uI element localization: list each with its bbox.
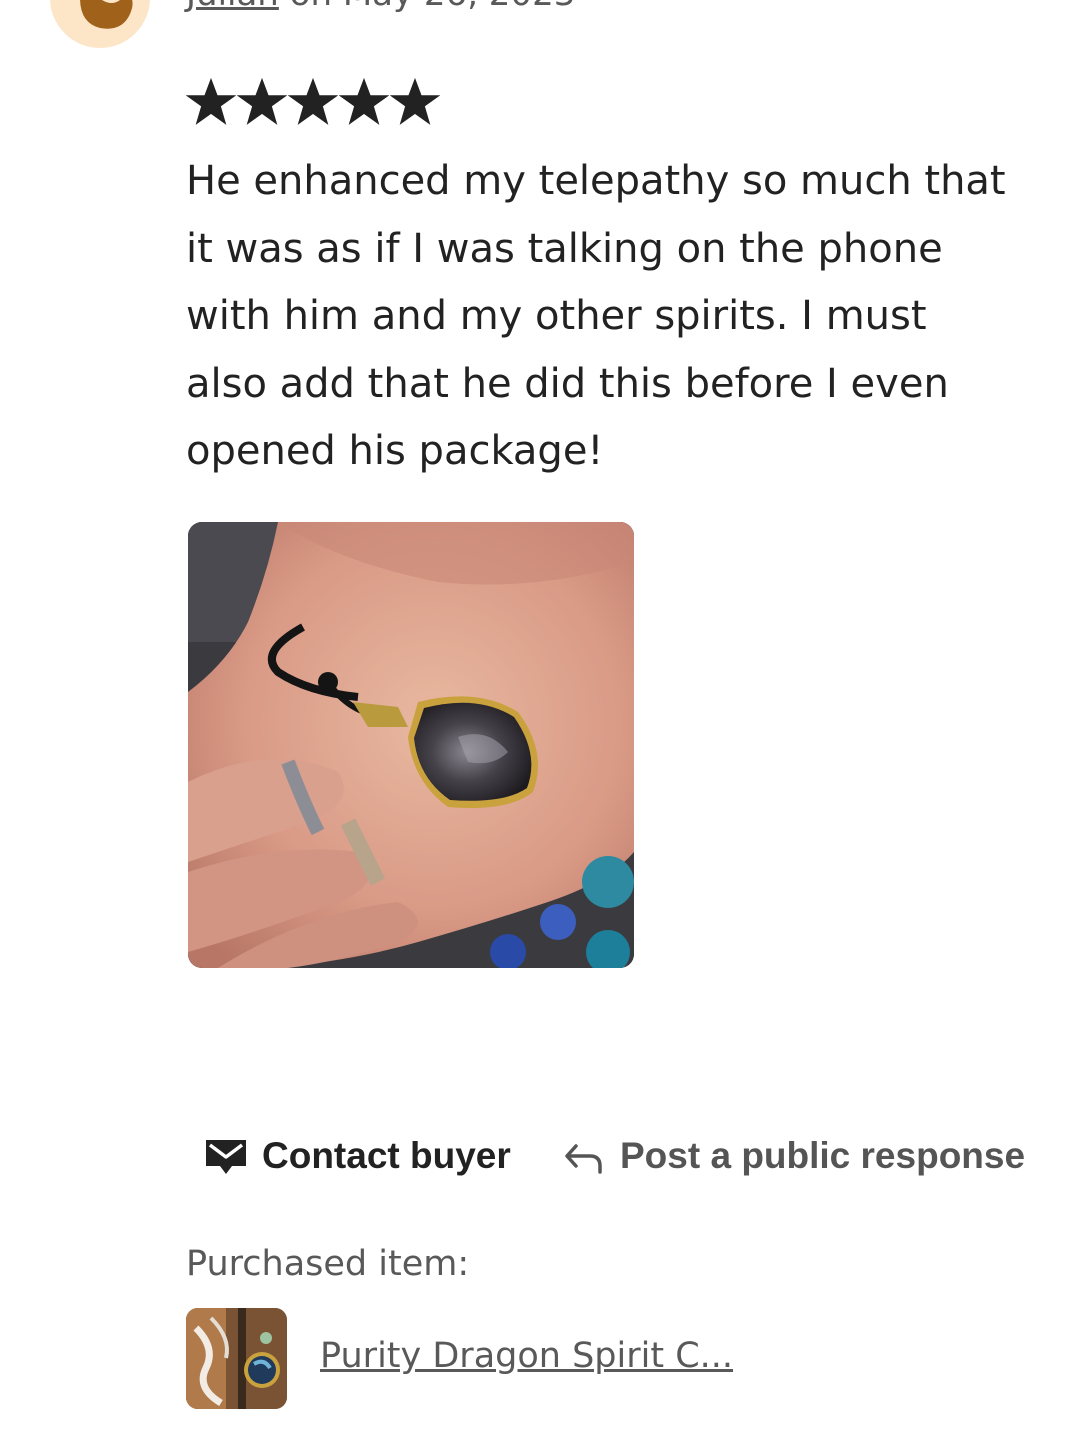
star-icon <box>339 78 389 125</box>
review-photo[interactable] <box>188 522 634 968</box>
avatar-figure-icon <box>80 0 133 29</box>
review-text: He enhanced my telepathy so much that it… <box>186 158 1006 474</box>
reviewer-avatar[interactable] <box>50 0 150 48</box>
contact-buyer-label: Contact buyer <box>262 1135 511 1176</box>
star-icon <box>237 78 287 125</box>
contact-buyer-button[interactable]: Contact buyer <box>204 1126 511 1186</box>
reviewer-name-link[interactable]: Julian <box>186 0 279 14</box>
review-actions: Contact buyer Post a public response <box>0 1126 1080 1186</box>
star-icon <box>288 78 338 125</box>
pendant-in-hand-image <box>188 522 634 968</box>
star-rating <box>186 78 440 126</box>
star-icon <box>186 78 236 125</box>
dragon-pendant-thumbnail-image <box>186 1308 287 1409</box>
purchased-item-thumbnail[interactable] <box>186 1308 287 1409</box>
reply-arrow-icon <box>565 1144 602 1174</box>
post-public-response-label: Post a public response <box>620 1135 1026 1176</box>
star-icon <box>390 78 440 125</box>
review-date: on May 26, 2023 <box>279 0 576 14</box>
post-public-response-button[interactable]: Post a public response <box>562 1126 1025 1186</box>
purchased-item-label: Purchased item: <box>186 1244 470 1284</box>
envelope-icon <box>206 1140 246 1174</box>
purchased-item-link[interactable]: Purity Dragon Spirit C... <box>320 1332 733 1380</box>
review-meta: Julian on May 26, 2023 <box>186 0 575 14</box>
